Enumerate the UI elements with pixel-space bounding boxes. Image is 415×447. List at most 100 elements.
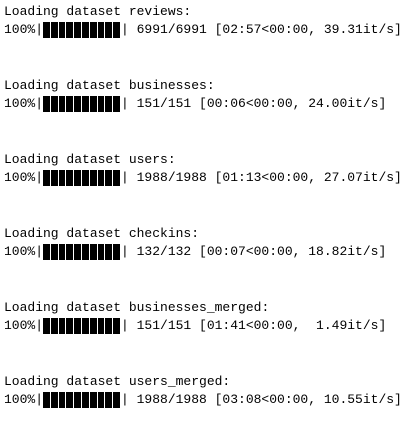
progress-output: Loading dataset checkins: 100% | | 132/132 … (4, 225, 402, 299)
progress-percent: 100% (4, 96, 36, 111)
progress-output: Loading dataset businesses_merged: 100% | |… (4, 299, 402, 373)
progress-bar (43, 392, 121, 408)
progress-bar-segment (113, 170, 120, 186)
dataset-label: Loading dataset reviews: (4, 4, 192, 19)
progress-bar-segment (82, 318, 89, 334)
progress-bar-segment (74, 96, 82, 112)
progress-bar-segment (97, 392, 105, 408)
bar-right-edge: | (121, 318, 137, 333)
progress-output: Loading dataset businesses: 100% | | 151/15… (4, 77, 402, 151)
progress-bar-segment (43, 392, 50, 408)
progress-bar (43, 318, 121, 334)
progress-percent: 100% (4, 22, 36, 37)
progress-bar-segment (74, 392, 82, 408)
progress-output: Loading dataset users_merged: 100% | | 1988… (4, 373, 402, 447)
progress-bar-segment (105, 170, 113, 186)
bar-left-edge: | (35, 22, 44, 37)
progress-bar-segment (43, 170, 50, 186)
progress-bar-segment (58, 170, 66, 186)
progress-bar-segment (82, 22, 89, 38)
progress-bar-segment (113, 244, 120, 260)
bar-left-edge: | (35, 392, 44, 407)
progress-bar-segment (105, 392, 113, 408)
progress-bar (43, 244, 121, 260)
progress-bar-segment (66, 96, 74, 112)
progress-percent: 100% (4, 392, 36, 407)
bar-right-edge: | (121, 170, 137, 185)
progress-bar-segment (74, 318, 82, 334)
progress-bar-segment (58, 392, 66, 408)
progress-bar-segment (89, 392, 97, 408)
bar-right-edge: | (121, 392, 137, 407)
progress-bar-segment (105, 318, 113, 334)
progress-bar-segment (58, 22, 66, 38)
progress-bar-segment (89, 96, 97, 112)
progress-bar-segment (105, 96, 113, 112)
progress-bar-segment (113, 22, 120, 38)
progress-stats: 132/132 [00:07<00:00, 18.82it/s] (136, 244, 387, 259)
progress-bar-segment (58, 318, 66, 334)
progress-bar-segment (74, 22, 82, 38)
dataset-label: Loading dataset users_merged: (4, 374, 231, 389)
progress-bar-segment (66, 22, 74, 38)
progress-bar-segment (82, 170, 89, 186)
bar-left-edge: | (35, 170, 44, 185)
progress-bar-segment (89, 244, 97, 260)
progress-bar-segment (97, 96, 105, 112)
progress-stats: 1988/1988 [03:08<00:00, 10.55it/s] (136, 392, 402, 407)
progress-bar-segment (113, 392, 120, 408)
progress-bar-segment (89, 318, 97, 334)
progress-bar (43, 22, 121, 38)
progress-bar-segment (43, 244, 50, 260)
progress-percent: 100% (4, 244, 36, 259)
bar-right-edge: | (121, 244, 137, 259)
progress-bar-segment (97, 170, 105, 186)
progress-output: Loading dataset reviews: 100% | | 6991/6991… (4, 3, 402, 77)
progress-bar-segment (97, 22, 105, 38)
progress-bar-segment (105, 22, 113, 38)
progress-bar-segment (89, 170, 97, 186)
progress-bar-segment (66, 392, 74, 408)
progress-bar-segment (74, 170, 82, 186)
progress-stats: 6991/6991 [02:57<00:00, 39.31it/s] (136, 22, 402, 37)
progress-bar-segment (82, 244, 89, 260)
progress-bar-segment (113, 318, 120, 334)
progress-stats: 1988/1988 [01:13<00:00, 27.07it/s] (136, 170, 402, 185)
dataset-label: Loading dataset users: (4, 152, 176, 167)
bar-right-edge: | (121, 22, 137, 37)
progress-bar-segment (43, 318, 50, 334)
progress-bar-segment (50, 170, 58, 186)
bar-left-edge: | (35, 244, 44, 259)
progress-bar-segment (66, 244, 74, 260)
progress-bar-segment (74, 244, 82, 260)
progress-bar-segment (50, 392, 58, 408)
bar-left-edge: | (35, 96, 44, 111)
progress-bar-segment (58, 96, 66, 112)
progress-percent: 100% (4, 170, 36, 185)
progress-bar-segment (89, 22, 97, 38)
progress-bar-segment (50, 244, 58, 260)
cell-output: Loading dataset reviews: 100% | | 6991/6991… (4, 3, 402, 447)
dataset-label: Loading dataset businesses_merged: (4, 300, 270, 315)
progress-bar (43, 96, 121, 112)
progress-bar-segment (105, 244, 113, 260)
bar-left-edge: | (35, 318, 44, 333)
progress-stats: 151/151 [00:06<00:00, 24.00it/s] (136, 96, 387, 111)
progress-bar-segment (50, 22, 58, 38)
progress-stats: 151/151 [01:41<00:00, 1.49it/s] (136, 318, 387, 333)
progress-percent: 100% (4, 318, 36, 333)
dataset-label: Loading dataset checkins: (4, 226, 200, 241)
progress-output: Loading dataset users: 100% | | 1988/1988 [… (4, 151, 402, 225)
progress-bar-segment (66, 170, 74, 186)
progress-bar-segment (66, 318, 74, 334)
progress-bar-segment (82, 392, 89, 408)
progress-bar-segment (97, 244, 105, 260)
progress-bar-segment (113, 96, 120, 112)
progress-bar (43, 170, 121, 186)
progress-bar-segment (58, 244, 66, 260)
progress-bar-segment (43, 22, 50, 38)
progress-bar-segment (97, 318, 105, 334)
progress-bar-segment (82, 96, 89, 112)
progress-bar-segment (43, 96, 50, 112)
progress-bar-segment (50, 96, 58, 112)
